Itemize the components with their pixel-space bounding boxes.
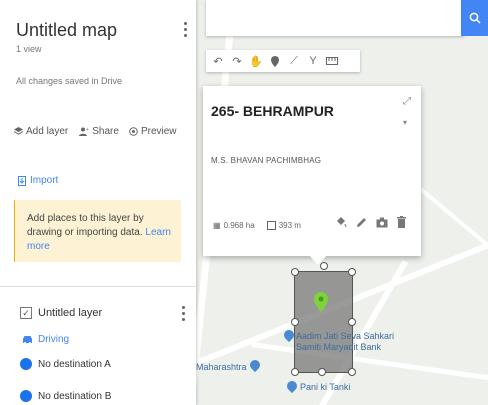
share-button[interactable]: + Share: [78, 126, 119, 137]
polygon-vertex[interactable]: [291, 318, 299, 326]
directions-icon[interactable]: Y: [305, 52, 321, 70]
destination-dot-icon: [20, 390, 32, 402]
import-label: Import: [30, 175, 59, 186]
import-link[interactable]: Import: [18, 175, 58, 186]
area-measure: ▦ 0.968 ha: [213, 221, 255, 230]
share-label: Share: [92, 126, 119, 137]
map-toolbar: ↶ ↷ ✋ ⟋ Y: [206, 50, 360, 72]
poi-label: Aadim Jati Seva Sahkari Samiti Maryadit …: [296, 331, 395, 352]
expand-icon[interactable]: ⤢: [403, 96, 411, 107]
preview-button[interactable]: Preview: [129, 126, 177, 137]
polygon-vertex[interactable]: [348, 268, 356, 276]
area-icon: ▦: [213, 221, 221, 230]
polygon-shape[interactable]: [294, 271, 353, 373]
polygon-vertex[interactable]: [291, 368, 299, 376]
layers-panel: Untitled map 1 view All changes saved in…: [0, 0, 196, 405]
more-options-icon[interactable]: [182, 22, 188, 37]
polygon-vertex[interactable]: [348, 318, 356, 326]
card-pointer: [309, 255, 327, 265]
travel-mode[interactable]: Driving: [22, 334, 69, 345]
add-person-icon: +: [79, 127, 89, 136]
tip-text: Add places to this layer by drawing or i…: [27, 213, 144, 238]
view-count: 1 view: [16, 44, 42, 54]
camera-icon[interactable]: [376, 217, 388, 228]
draw-line-icon[interactable]: ⟋: [286, 52, 302, 70]
map-title[interactable]: Untitled map: [16, 20, 180, 41]
svg-text:+: +: [86, 127, 89, 133]
layer-options-icon[interactable]: [180, 306, 186, 321]
destination-a[interactable]: No destination A: [20, 358, 111, 370]
preview-label: Preview: [140, 126, 177, 137]
ruler-icon[interactable]: [324, 52, 340, 70]
poi-marker-icon[interactable]: [284, 378, 300, 394]
destination-b-label: No destination B: [38, 390, 112, 402]
search-button[interactable]: [461, 0, 488, 36]
destination-dot-icon: [20, 358, 32, 370]
poi-label: Pani ki Tanki: [300, 382, 351, 392]
chevron-down-icon[interactable]: ▾: [403, 118, 407, 127]
map-pin-icon[interactable]: [314, 292, 328, 312]
add-layer-label: Add layer: [26, 126, 69, 137]
undo-icon[interactable]: ↶: [210, 52, 226, 70]
style-paint-icon[interactable]: [335, 216, 347, 228]
layer-visibility-checkbox[interactable]: ✓: [20, 307, 32, 319]
feature-info-card: 265- BEHRAMPUR ⤢ ▾ M.S. BHAVAN PACHIMBHA…: [203, 86, 421, 256]
import-icon: [18, 175, 26, 186]
hand-icon[interactable]: ✋: [248, 52, 264, 70]
divider: [0, 286, 196, 287]
layer-name[interactable]: Untitled layer: [38, 307, 102, 319]
destination-a-label: No destination A: [38, 358, 111, 370]
search-input[interactable]: [206, 0, 464, 36]
layer-tip: Add places to this layer by drawing or i…: [15, 200, 181, 262]
feature-description[interactable]: M.S. BHAVAN PACHIMBHAG: [211, 156, 321, 165]
travel-mode-label: Driving: [38, 334, 70, 345]
polygon-vertex[interactable]: [318, 368, 326, 376]
add-layer-button[interactable]: Add layer: [14, 126, 68, 137]
preview-icon: [129, 127, 138, 136]
save-status: All changes saved in Drive: [16, 76, 123, 86]
search-icon: [469, 12, 481, 24]
area-value: 0.968 ha: [223, 221, 255, 230]
edit-pencil-icon[interactable]: [356, 217, 367, 228]
redo-icon[interactable]: ↷: [229, 52, 245, 70]
poi-marker-icon[interactable]: [247, 357, 263, 373]
feature-title[interactable]: 265- BEHRAMPUR: [211, 103, 334, 119]
polygon-vertex[interactable]: [291, 268, 299, 276]
perimeter-icon: [266, 221, 276, 230]
destination-b[interactable]: No destination B: [20, 390, 111, 402]
poi-label: Maharashtra: [196, 362, 247, 372]
add-marker-icon[interactable]: [267, 52, 283, 70]
perimeter-value: 393 m: [278, 221, 301, 230]
delete-trash-icon[interactable]: [397, 216, 406, 228]
polygon-vertex[interactable]: [348, 368, 356, 376]
perimeter-measure: 393 m: [266, 221, 301, 230]
car-icon: [23, 336, 32, 344]
layers-icon: [14, 127, 23, 135]
